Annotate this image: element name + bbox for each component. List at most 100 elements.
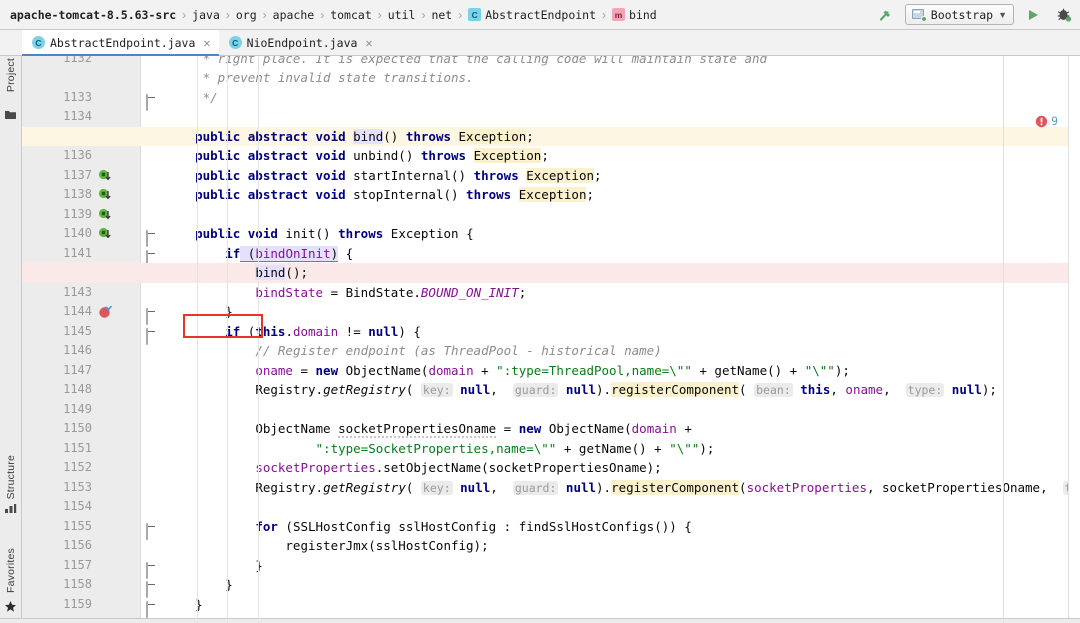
code-line[interactable]: 1147 // Register endpoint (as ThreadPool…: [22, 341, 1068, 377]
param-hint-type: type:: [1062, 480, 1068, 495]
breadcrumb-item-util[interactable]: util: [388, 8, 416, 22]
breadcrumb-label: net: [431, 7, 453, 22]
code-editor[interactable]: 1132 * right place. It is expected that …: [22, 56, 1068, 623]
project-folder-icon[interactable]: [4, 108, 17, 121]
run-config-icon: [911, 8, 927, 22]
class-icon: C: [468, 8, 482, 21]
fold-expand-icon[interactable]: [146, 600, 157, 618]
code-line[interactable]: 1142 if (bindOnInit) {: [22, 244, 1068, 279]
line-text: for (SSLHostConfig sslHostConfig : findS…: [255, 518, 692, 534]
breadcrumb-item-class[interactable]: C AbstractEndpoint: [468, 8, 596, 22]
structure-icon[interactable]: [4, 502, 17, 515]
breadcrumb-item-java[interactable]: java: [192, 8, 220, 22]
fold-expand-icon[interactable]: [146, 307, 157, 325]
debug-icon[interactable]: [1052, 4, 1074, 26]
line-text: }: [165, 557, 263, 573]
close-icon[interactable]: ✕: [203, 36, 210, 50]
code-line[interactable]: 1157 registerJmx(sslHostConfig);: [22, 536, 1068, 572]
code-line[interactable]: 1134 */: [22, 88, 1068, 124]
main-toolbar: Bootstrap ▼: [875, 4, 1074, 26]
code-line[interactable]: 1141 public void init() throws Exception…: [22, 224, 1068, 278]
editor-tab-nioendpoint[interactable]: C NioEndpoint.java ✕: [219, 30, 381, 55]
inspection-widget[interactable]: 9: [1035, 114, 1058, 128]
code-line[interactable]: 1143 bind();: [22, 263, 1068, 318]
fold-collapse-icon[interactable]: [146, 327, 157, 345]
implemented-green-icon[interactable]: [98, 130, 112, 180]
tab-label: NioEndpoint.java: [246, 35, 358, 50]
run-config-label: Bootstrap: [930, 7, 994, 22]
breadcrumb-item-apache[interactable]: apache: [273, 8, 315, 22]
line-text: * prevent invalid state transitions.: [165, 70, 474, 85]
code-line[interactable]: 1145 }: [22, 302, 1068, 338]
close-icon[interactable]: ✕: [365, 36, 372, 50]
code-line[interactable]: 1135: [22, 107, 1068, 143]
line-text: ":type=SocketProperties,name=\"" + getNa…: [315, 440, 715, 456]
error-stripe-scrollbar[interactable]: [1068, 56, 1080, 623]
breadcrumb-item-org[interactable]: org: [236, 8, 257, 22]
code-line[interactable]: 1133 * prevent invalid state transitions…: [22, 68, 1068, 104]
code-line[interactable]: 1150: [22, 400, 1068, 435]
fold-collapse-icon[interactable]: [146, 229, 157, 247]
code-line[interactable]: 1152 ":type=SocketProperties,name=\"" + …: [22, 439, 1068, 475]
sidebar-item-structure[interactable]: Structure: [5, 455, 17, 499]
sidebar-item-favorites[interactable]: Favorites: [5, 548, 17, 593]
code-line[interactable]: 1144 bindState = BindState.BOUND_ON_INIT…: [22, 283, 1068, 319]
code-line[interactable]: 1139 public abstract void stopInternal()…: [22, 185, 1068, 239]
chevron-down-icon: ▼: [998, 9, 1007, 20]
editor-tab-abstractendpoint[interactable]: C AbstractEndpoint.java ✕: [22, 30, 219, 56]
code-line[interactable]: 1149 Registry.getRegistry( key: null, gu…: [22, 380, 1068, 416]
fold-collapse-icon[interactable]: [146, 522, 157, 540]
code-line[interactable]: 1148 oname = new ObjectName(domain + ":t…: [22, 361, 1068, 397]
line-text: }: [165, 577, 233, 592]
breadcrumb-item-project[interactable]: apache-tomcat-8.5.63-src: [10, 8, 176, 22]
code-line[interactable]: 1155: [22, 497, 1068, 533]
run-configuration-selector[interactable]: Bootstrap ▼: [904, 4, 1014, 25]
build-hammer-icon[interactable]: [875, 4, 897, 26]
star-icon[interactable]: [4, 600, 17, 613]
param-hint-key: key:: [420, 480, 453, 495]
breadcrumb-item-method[interactable]: m bind: [612, 8, 657, 22]
overridden-blue-icon[interactable]: [98, 227, 112, 278]
code-line[interactable]: 1153 socketProperties.setObjectName(sock…: [22, 458, 1068, 494]
code-line[interactable]: 1154 Registry.getRegistry( key: null, gu…: [22, 478, 1068, 513]
fold-collapse-icon[interactable]: [146, 249, 157, 267]
code-line[interactable]: 1136 public abstract void bind() throws …: [22, 126, 1068, 180]
code-line[interactable]: 1158 }: [22, 556, 1068, 592]
sidebar-item-project[interactable]: Project: [5, 58, 17, 92]
fold-collapse-icon[interactable]: [146, 93, 157, 111]
breadcrumb-label: bind: [629, 7, 657, 22]
implemented-green-icon[interactable]: [98, 188, 112, 239]
code-line[interactable]: 1137 public abstract void unbind() throw…: [22, 146, 1068, 200]
breadcrumb-separator: ›: [421, 7, 426, 22]
fold-expand-icon[interactable]: [146, 561, 157, 579]
error-circle-icon: [1035, 115, 1048, 127]
param-hint-guard: guard:: [512, 383, 559, 397]
code-line[interactable]: 1156 for (SSLHostConfig sslHostConfig : …: [22, 517, 1068, 553]
code-line[interactable]: 1160 }: [22, 595, 1068, 623]
code-line[interactable]: 1146 if (this.domain != null) {: [22, 322, 1068, 358]
line-text: }: [165, 304, 233, 319]
breadcrumb-label: java: [192, 7, 220, 22]
line-text: public abstract void bind() throws Excep…: [165, 128, 534, 144]
implemented-green-icon[interactable]: [98, 149, 112, 200]
breadcrumb-item-tomcat[interactable]: tomcat: [330, 8, 372, 22]
line-text: public abstract void unbind() throws Exc…: [165, 148, 549, 163]
line-text: Registry.getRegistry( key: null, guard: …: [165, 478, 1068, 499]
editor-lines: 1132 * right place. It is expected that …: [22, 56, 1068, 623]
breadcrumb-label: AbstractEndpoint: [485, 7, 597, 22]
code-line[interactable]: 1159 }: [22, 575, 1068, 611]
line-text: ObjectName socketPropertiesOname = new O…: [255, 421, 692, 438]
run-icon[interactable]: [1022, 4, 1044, 26]
line-text: bindState = BindState.BOUND_ON_INIT;: [255, 284, 527, 300]
bottom-tool-window-strip[interactable]: [0, 618, 1080, 623]
code-line[interactable]: 1140: [22, 205, 1068, 240]
code-line[interactable]: 1151 ObjectName socketPropertiesOname = …: [22, 419, 1068, 455]
right-margin-guide: [1003, 56, 1004, 623]
breadcrumb-item-net[interactable]: net: [431, 8, 452, 22]
breakpoint-icon[interactable]: [98, 266, 112, 318]
code-line[interactable]: 1138 public abstract void startInternal(…: [22, 166, 1068, 219]
line-text: bind();: [255, 265, 308, 280]
fold-expand-icon[interactable]: [146, 580, 157, 598]
implemented-green-icon[interactable]: [98, 169, 112, 219]
code-line[interactable]: 1132 * right place. It is expected that …: [22, 56, 1068, 68]
